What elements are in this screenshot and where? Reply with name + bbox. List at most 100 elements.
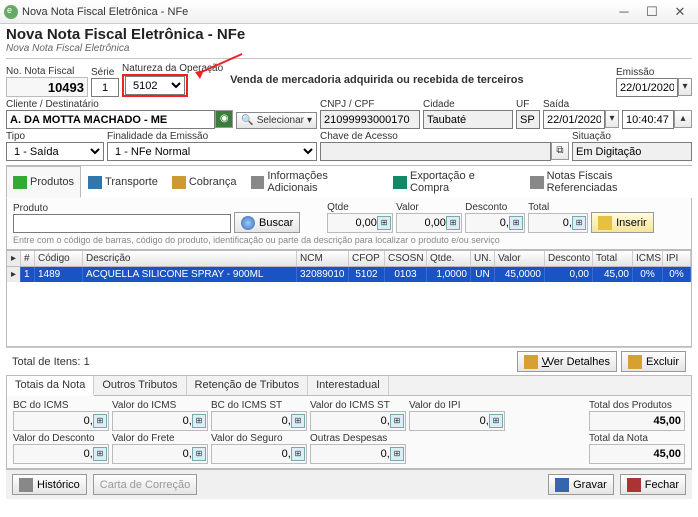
calc-icon[interactable]: ⊞ [291,447,305,461]
page-subtitle: Nova Nota Fiscal Eletrônica [6,43,692,54]
total-label: Total [528,202,588,213]
fechar-button[interactable]: Fechar [620,474,686,495]
emissao-label: Emissão [616,67,692,78]
totais-tabs: Totais da Nota Outros Tributos Retenção … [6,375,692,396]
calc-icon[interactable]: ⊞ [489,414,503,428]
produto-hint: Entre com o código de barras, código do … [13,235,685,245]
no-nota-input[interactable] [6,77,88,97]
minimize-button[interactable]: ─ [610,3,638,21]
calc-icon[interactable]: ⊞ [390,414,404,428]
window-title: Nova Nota Fiscal Eletrônica - NFe [22,6,188,18]
tab-interestadual[interactable]: Interestadual [308,376,389,395]
tipo-select[interactable]: 1 - Saída [6,142,104,161]
natureza-label: Natureza da Operação [122,63,223,74]
total-itens-value: 1 [84,356,90,368]
tab-retencao[interactable]: Retenção de Tributos [187,376,309,395]
carta-correcao-button: Carta de Correção [93,474,198,495]
desconto-label: Desconto [465,202,525,213]
produto-input[interactable] [13,214,231,233]
cliente-label: Cliente / Destinatário [6,99,233,110]
inserir-button[interactable]: Inserir [591,212,654,233]
spinner-icon[interactable]: ▴ [674,110,692,128]
produtos-panel: Produto Buscar Qtde ⊞ Valor ⊞ Desconto ⊞ To… [6,198,692,250]
cnpj-label: CNPJ / CPF [320,99,420,110]
saida-label: Saída [543,99,619,110]
tab-info[interactable]: Informações Adicionais [244,166,387,198]
app-icon [4,5,18,19]
cnpj-input [320,110,420,129]
tab-totais-nota[interactable]: Totais da Nota [7,376,94,396]
calendar-icon[interactable]: ▾ [678,78,692,96]
page-title: Nova Nota Fiscal Eletrônica - NFe [6,26,692,43]
close-button[interactable]: ✕ [666,3,694,21]
tab-transporte[interactable]: Transporte [81,166,165,198]
saida-hora-input[interactable] [622,110,674,129]
historico-button[interactable]: Histórico [12,474,87,495]
excluir-button[interactable]: Excluir [621,351,686,372]
doc-icon [251,176,265,189]
cidade-label: Cidade [423,99,513,110]
main-tabs: Produtos Transporte Cobrança Informações… [6,165,692,198]
gravar-button[interactable]: Gravar [548,474,614,495]
calc-icon[interactable]: ⊞ [377,216,391,230]
produto-label: Produto [13,203,231,214]
grid-body[interactable]: ▸ 1 1489 ACQUELLA SILICONE SPRAY - 900ML… [6,267,692,347]
insert-icon [598,216,612,230]
calc-icon[interactable]: ⊞ [93,447,107,461]
situacao-label: Situação [572,131,692,142]
serie-input[interactable] [91,78,119,97]
natureza-select[interactable]: 5102 [125,76,185,95]
delete-icon [628,355,642,369]
uf-label: UF [516,99,540,110]
ver-detalhes-button[interactable]: VVer Detalhes [517,351,617,372]
calc-icon[interactable]: ⊞ [572,216,586,230]
calc-icon[interactable]: ⊞ [446,216,460,230]
search-icon [241,216,255,230]
tab-produtos[interactable]: Produtos [6,166,81,198]
cliente-input[interactable] [6,110,215,129]
chave-label: Chave de Acesso [320,131,569,142]
grid-header: ▸ # Código Descrição NCM CFOP CSOSN Qtde… [6,250,692,267]
tab-ref[interactable]: Notas Fiscais Referenciadas [523,166,692,198]
history-icon [19,478,33,492]
finalidade-select[interactable]: 1 - NFe Normal [107,142,317,161]
qtde-label: Qtde [327,202,393,213]
total-produtos [589,411,685,431]
totais-panel: BC do ICMS⊞ Valor do ICMS⊞ BC do ICMS ST… [6,396,692,469]
calendar-icon[interactable]: ▾ [605,110,619,128]
calc-icon[interactable]: ⊞ [192,414,206,428]
serie-label: Série [91,67,119,78]
truck-icon [88,176,102,189]
situacao-input [572,142,692,161]
cidade-input [423,110,513,129]
calc-icon[interactable]: ⊞ [390,447,404,461]
save-icon [555,478,569,492]
calc-icon[interactable]: ⊞ [509,216,523,230]
emissao-input[interactable] [616,78,678,97]
table-row[interactable]: ▸ 1 1489 ACQUELLA SILICONE SPRAY - 900ML… [7,267,691,282]
tipo-label: Tipo [6,131,104,142]
money-icon [172,176,186,189]
tab-cobranca[interactable]: Cobrança [165,166,244,198]
calc-icon[interactable]: ⊞ [93,414,107,428]
tab-export[interactable]: Exportação e Compra [386,166,523,198]
calc-icon[interactable]: ⊞ [291,414,305,428]
box-icon [13,176,27,189]
footer-bar: Histórico Carta de Correção Gravar Fecha… [6,469,692,499]
no-nota-label: No. Nota Fiscal [6,66,88,77]
natureza-desc: Venda de mercadoria adquirida ou recebid… [226,74,613,86]
selecionar-button[interactable]: 🔍Selecionar▾ [236,112,317,129]
tab-outros-tributos[interactable]: Outros Tributos [94,376,186,395]
maximize-button[interactable]: ☐ [638,3,666,21]
valor-label: Valor [396,202,462,213]
saida-data-input[interactable] [543,110,605,129]
buscar-button[interactable]: Buscar [234,212,300,233]
copy-icon[interactable]: ⧉ [551,142,569,160]
calc-icon[interactable]: ⊞ [192,447,206,461]
total-nota [589,444,685,464]
finalidade-label: Finalidade da Emissão [107,131,317,142]
globe-icon[interactable]: ◉ [215,110,233,128]
detail-icon [524,355,538,369]
uf-input [516,110,540,129]
chave-input [320,142,551,161]
